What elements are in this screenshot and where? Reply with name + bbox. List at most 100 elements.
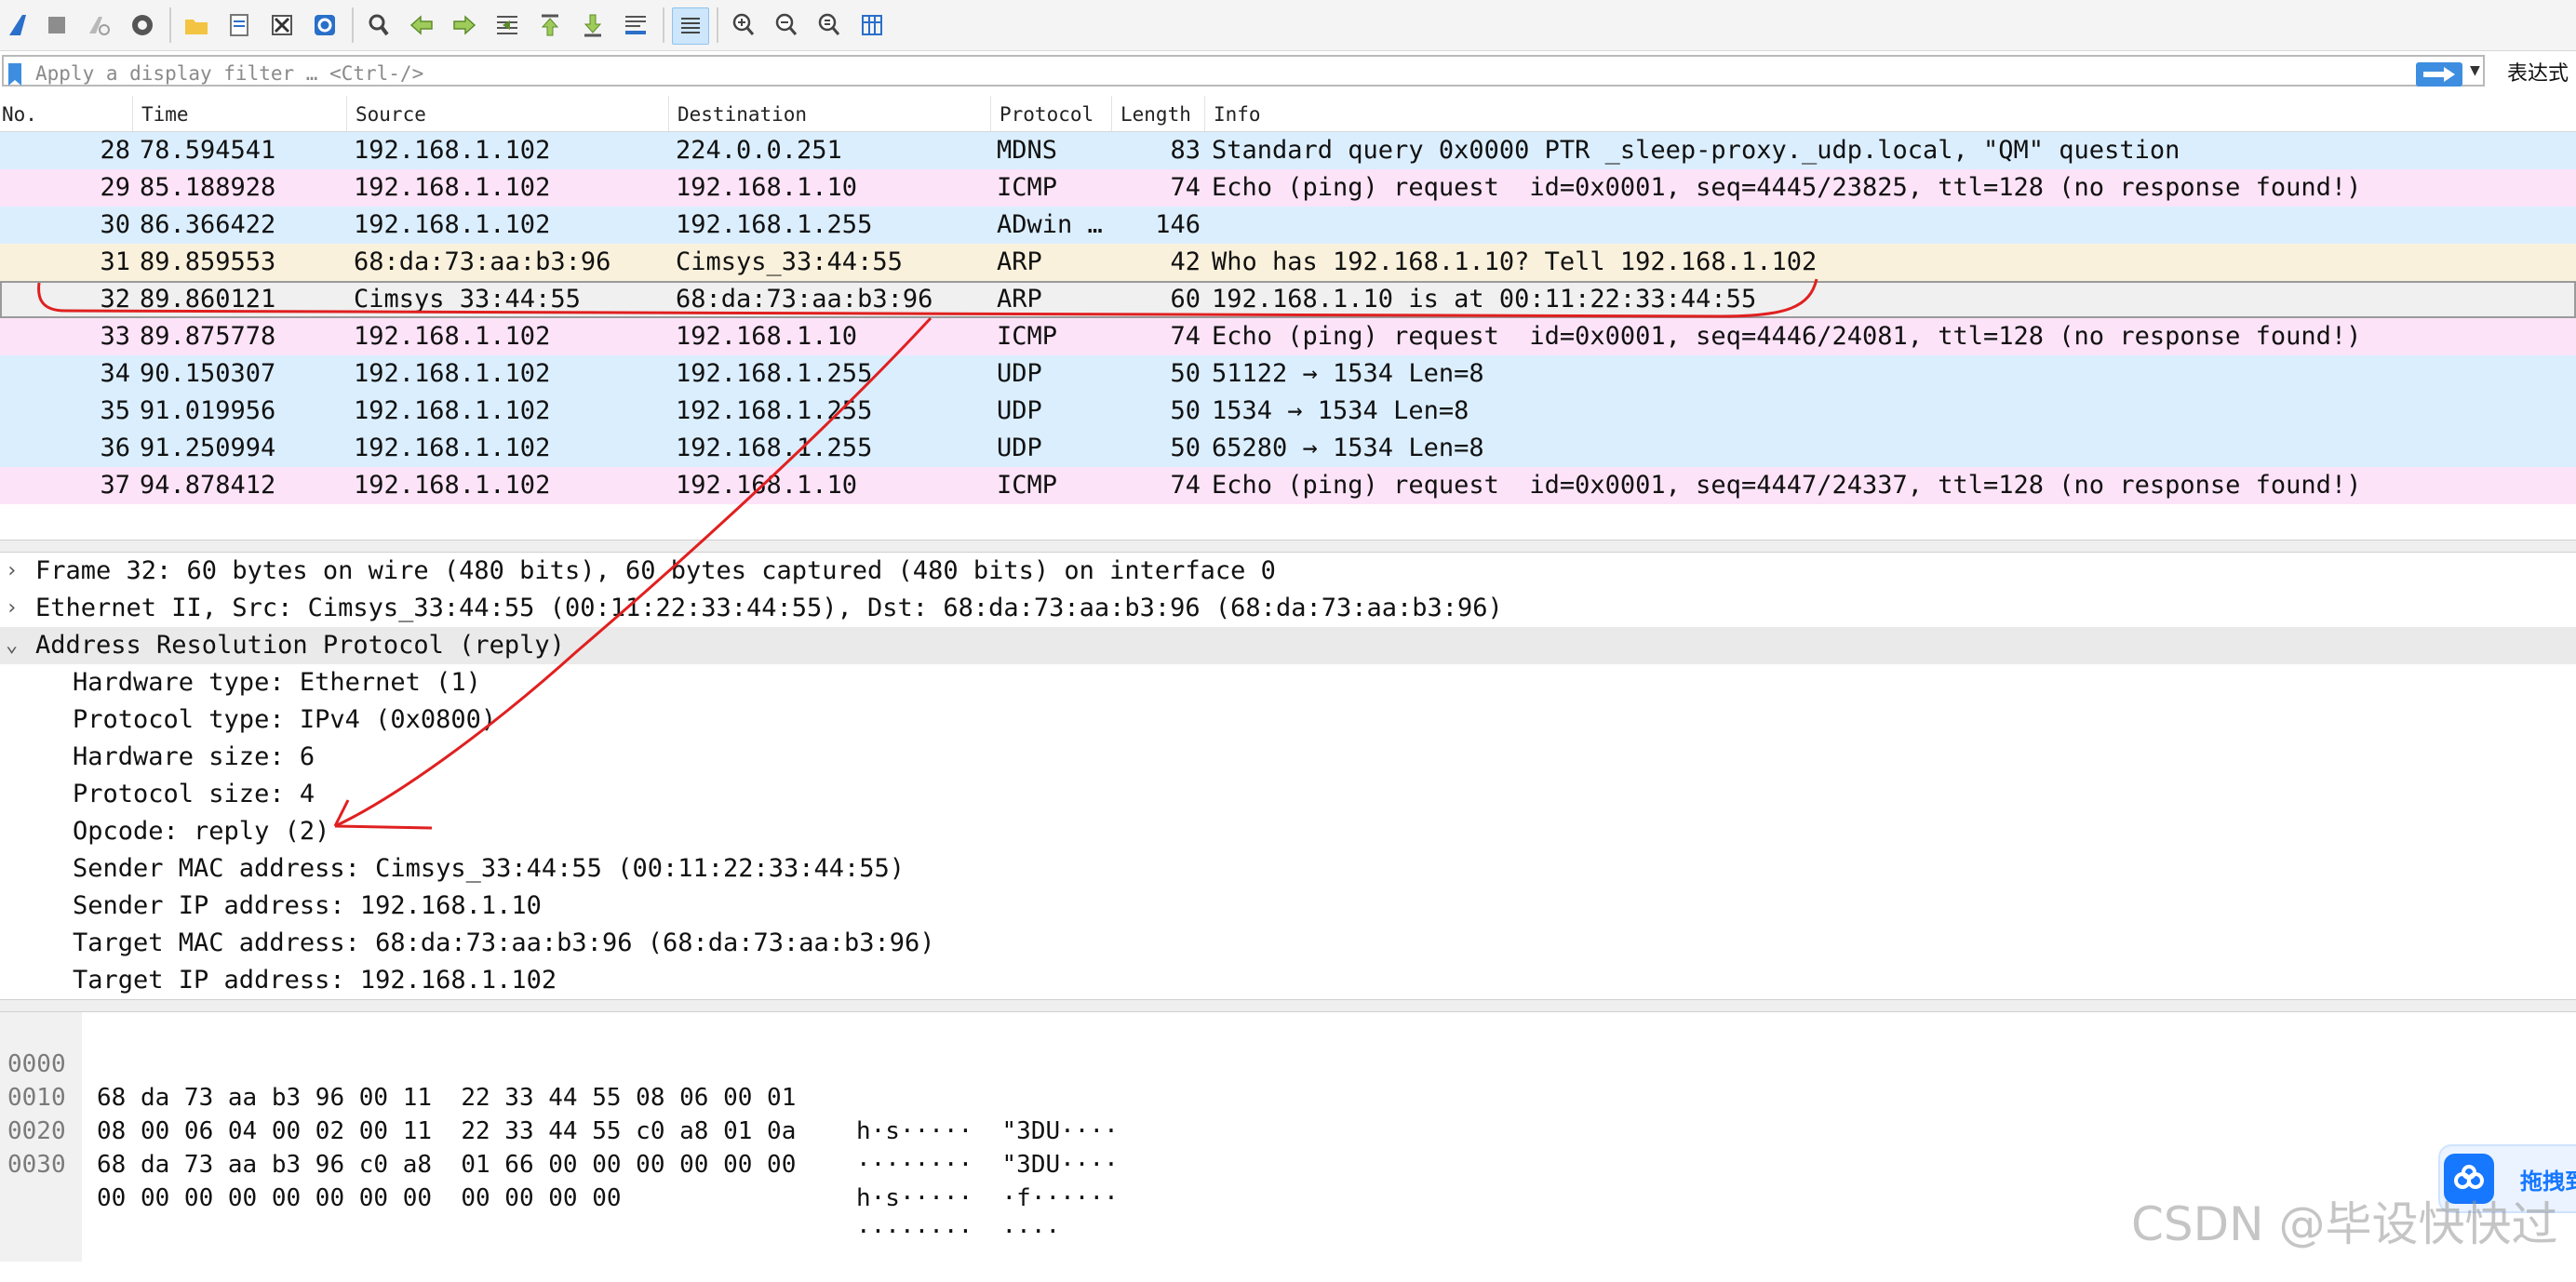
column-header-length[interactable]: Length — [1120, 103, 1191, 126]
tree-item-ethernet[interactable]: › Ethernet II, Src: Cimsys_33:44:55 (00:… — [0, 590, 2576, 627]
hex-line[interactable]: 0020 68 da 73 aa b3 96 c0 a8 01 66 00 00… — [0, 1081, 1119, 1212]
field-label: Target MAC address: 68:da:73:aa:b3:96 (6… — [73, 928, 935, 957]
tree-field-opcode[interactable]: Opcode: reply (2) — [0, 813, 2576, 850]
hex-line[interactable]: 0010 08 00 06 04 00 02 00 11 22 33 44 55… — [0, 1048, 1119, 1179]
colorize-icon[interactable] — [672, 7, 709, 45]
packet-row[interactable]: 29 85.188928 192.168.1.102 192.168.1.10 … — [0, 169, 2576, 207]
field-label: Sender MAC address: Cimsys_33:44:55 (00:… — [73, 854, 906, 883]
field-label: Protocol size: 4 — [73, 780, 315, 808]
packet-time: 89.859553 — [140, 247, 276, 276]
tree-field[interactable]: Target IP address: 192.168.1.102 — [0, 962, 2576, 999]
packet-length: 42 — [1170, 247, 1201, 276]
packet-protocol: ICMP — [997, 471, 1058, 500]
packet-length: 83 — [1170, 136, 1201, 165]
filter-history-dropdown-icon[interactable]: ▼ — [2470, 60, 2480, 80]
save-file-icon[interactable] — [221, 7, 257, 43]
packet-info: Echo (ping) request id=0x0001, seq=4445/… — [1212, 173, 2362, 202]
packet-destination: 192.168.1.10 — [676, 173, 858, 202]
open-folder-icon[interactable] — [179, 7, 214, 43]
packet-protocol: ICMP — [997, 322, 1058, 351]
packet-row[interactable]: 28 78.594541 192.168.1.102 224.0.0.251 M… — [0, 132, 2576, 169]
stop-icon[interactable] — [39, 7, 74, 43]
packet-destination: 192.168.1.255 — [676, 210, 873, 239]
hex-line[interactable]: 0030 00 00 00 00 00 00 00 00 00 00 00 00… — [0, 1115, 1060, 1246]
packet-info: Who has 192.168.1.10? Tell 192.168.1.102 — [1212, 247, 1818, 276]
pane-splitter-top[interactable] — [0, 540, 2576, 553]
packet-row-selected[interactable]: 32 89.860121 Cimsys_33:44:55 68:da:73:aa… — [0, 281, 2576, 318]
field-label: Target IP address: 192.168.1.102 — [73, 966, 557, 995]
packet-destination: 192.168.1.10 — [676, 471, 858, 500]
reload-icon[interactable] — [307, 7, 342, 43]
tree-field[interactable]: Sender IP address: 192.168.1.10 — [0, 888, 2576, 925]
packet-source: 68:da:73:aa:b3:96 — [354, 247, 611, 276]
tree-item-label: Frame 32: 60 bytes on wire (480 bits), 6… — [35, 556, 1276, 585]
pane-splitter-bottom[interactable] — [0, 999, 2576, 1012]
packet-time: 89.860121 — [140, 285, 276, 314]
tree-field[interactable]: Hardware type: Ethernet (1) — [0, 664, 2576, 701]
go-to-packet-icon[interactable] — [490, 7, 525, 43]
first-packet-icon[interactable] — [532, 7, 568, 43]
packet-time: 94.878412 — [140, 471, 276, 500]
resize-columns-icon[interactable] — [854, 7, 890, 43]
column-header-info[interactable]: Info — [1214, 103, 1261, 126]
close-file-icon[interactable] — [264, 7, 300, 43]
column-header-source[interactable]: Source — [356, 103, 426, 126]
csdn-watermark: CSDN @毕设快快过 — [2131, 1197, 2558, 1251]
packet-length: 74 — [1170, 173, 1201, 202]
hex-line[interactable]: 0000 68 da 73 aa b3 96 00 11 22 33 44 55… — [0, 1014, 1119, 1145]
packet-number: 36 — [100, 434, 130, 462]
tree-item-label: Address Resolution Protocol (reply) — [35, 631, 565, 660]
find-icon[interactable] — [361, 7, 396, 43]
packet-protocol: ICMP — [997, 173, 1058, 202]
packet-length: 74 — [1170, 322, 1201, 351]
tree-item-frame[interactable]: › Frame 32: 60 bytes on wire (480 bits),… — [0, 553, 2576, 590]
field-label: Opcode: reply (2) — [73, 817, 330, 846]
zoom-in-icon[interactable] — [726, 7, 761, 43]
collapse-chevron-icon[interactable]: ⌄ — [6, 627, 18, 664]
tree-field[interactable]: Hardware size: 6 — [0, 739, 2576, 776]
display-filter-input[interactable]: Apply a display filter … <Ctrl-/> ▼ — [2, 55, 2485, 87]
tree-field[interactable]: Target MAC address: 68:da:73:aa:b3:96 (6… — [0, 925, 2576, 962]
packet-time: 78.594541 — [140, 136, 276, 165]
packet-row[interactable]: 34 90.150307 192.168.1.102 192.168.1.255… — [0, 355, 2576, 393]
packet-row[interactable]: 31 89.859553 68:da:73:aa:b3:96 Cimsys_33… — [0, 244, 2576, 281]
packet-row[interactable]: 35 91.019956 192.168.1.102 192.168.1.255… — [0, 393, 2576, 430]
auto-scroll-icon[interactable] — [618, 7, 653, 43]
expand-chevron-icon[interactable]: › — [6, 590, 18, 627]
hex-bytes: 68 da 73 aa b3 96 c0 a8 01 66 00 00 00 0… — [97, 1151, 797, 1179]
field-label: Protocol type: IPv4 (0x0800) — [73, 705, 497, 734]
packet-destination: 192.168.1.255 — [676, 434, 873, 462]
tree-item-label: Ethernet II, Src: Cimsys_33:44:55 (00:11… — [35, 594, 1503, 622]
tree-item-arp[interactable]: ⌄ Address Resolution Protocol (reply) — [0, 627, 2576, 664]
tree-field[interactable]: Protocol type: IPv4 (0x0800) — [0, 701, 2576, 739]
tree-field[interactable]: Sender MAC address: Cimsys_33:44:55 (00:… — [0, 850, 2576, 888]
zoom-out-icon[interactable] — [769, 7, 804, 43]
last-packet-icon[interactable] — [575, 7, 610, 43]
restart-icon[interactable] — [80, 7, 115, 43]
packet-number: 31 — [100, 247, 130, 276]
column-header-time[interactable]: Time — [141, 103, 189, 126]
column-header-protocol[interactable]: Protocol — [1000, 103, 1093, 126]
forward-arrow-icon[interactable] — [447, 7, 482, 43]
expand-chevron-icon[interactable]: › — [6, 553, 18, 590]
packet-row[interactable]: 37 94.878412 192.168.1.102 192.168.1.10 … — [0, 467, 2576, 504]
back-arrow-icon[interactable] — [404, 7, 439, 43]
options-gear-icon[interactable] — [125, 7, 160, 43]
packet-protocol: ARP — [997, 285, 1042, 314]
packet-time: 90.150307 — [140, 359, 276, 388]
expression-button[interactable]: 表达式 — [2507, 57, 2569, 87]
packet-info: 192.168.1.10 is at 00:11:22:33:44:55 — [1212, 285, 1757, 314]
zoom-normal-icon[interactable] — [812, 7, 847, 43]
packet-row[interactable]: 30 86.366422 192.168.1.102 192.168.1.255… — [0, 207, 2576, 244]
apply-filter-button[interactable] — [2416, 62, 2462, 87]
hex-ascii: h·s····· "3DU···· — [856, 1117, 1119, 1145]
packet-row[interactable]: 33 89.875778 192.168.1.102 192.168.1.10 … — [0, 318, 2576, 355]
packet-number: 32 — [100, 285, 130, 314]
column-header-no[interactable]: No. — [2, 103, 37, 126]
tree-field[interactable]: Protocol size: 4 — [0, 776, 2576, 813]
column-header-destination[interactable]: Destination — [678, 103, 807, 126]
bookmark-icon[interactable] — [7, 62, 22, 87]
shark-fin-icon[interactable] — [2, 7, 37, 43]
packet-info: 65280 → 1534 Len=8 — [1212, 434, 1484, 462]
packet-row[interactable]: 36 91.250994 192.168.1.102 192.168.1.255… — [0, 430, 2576, 467]
